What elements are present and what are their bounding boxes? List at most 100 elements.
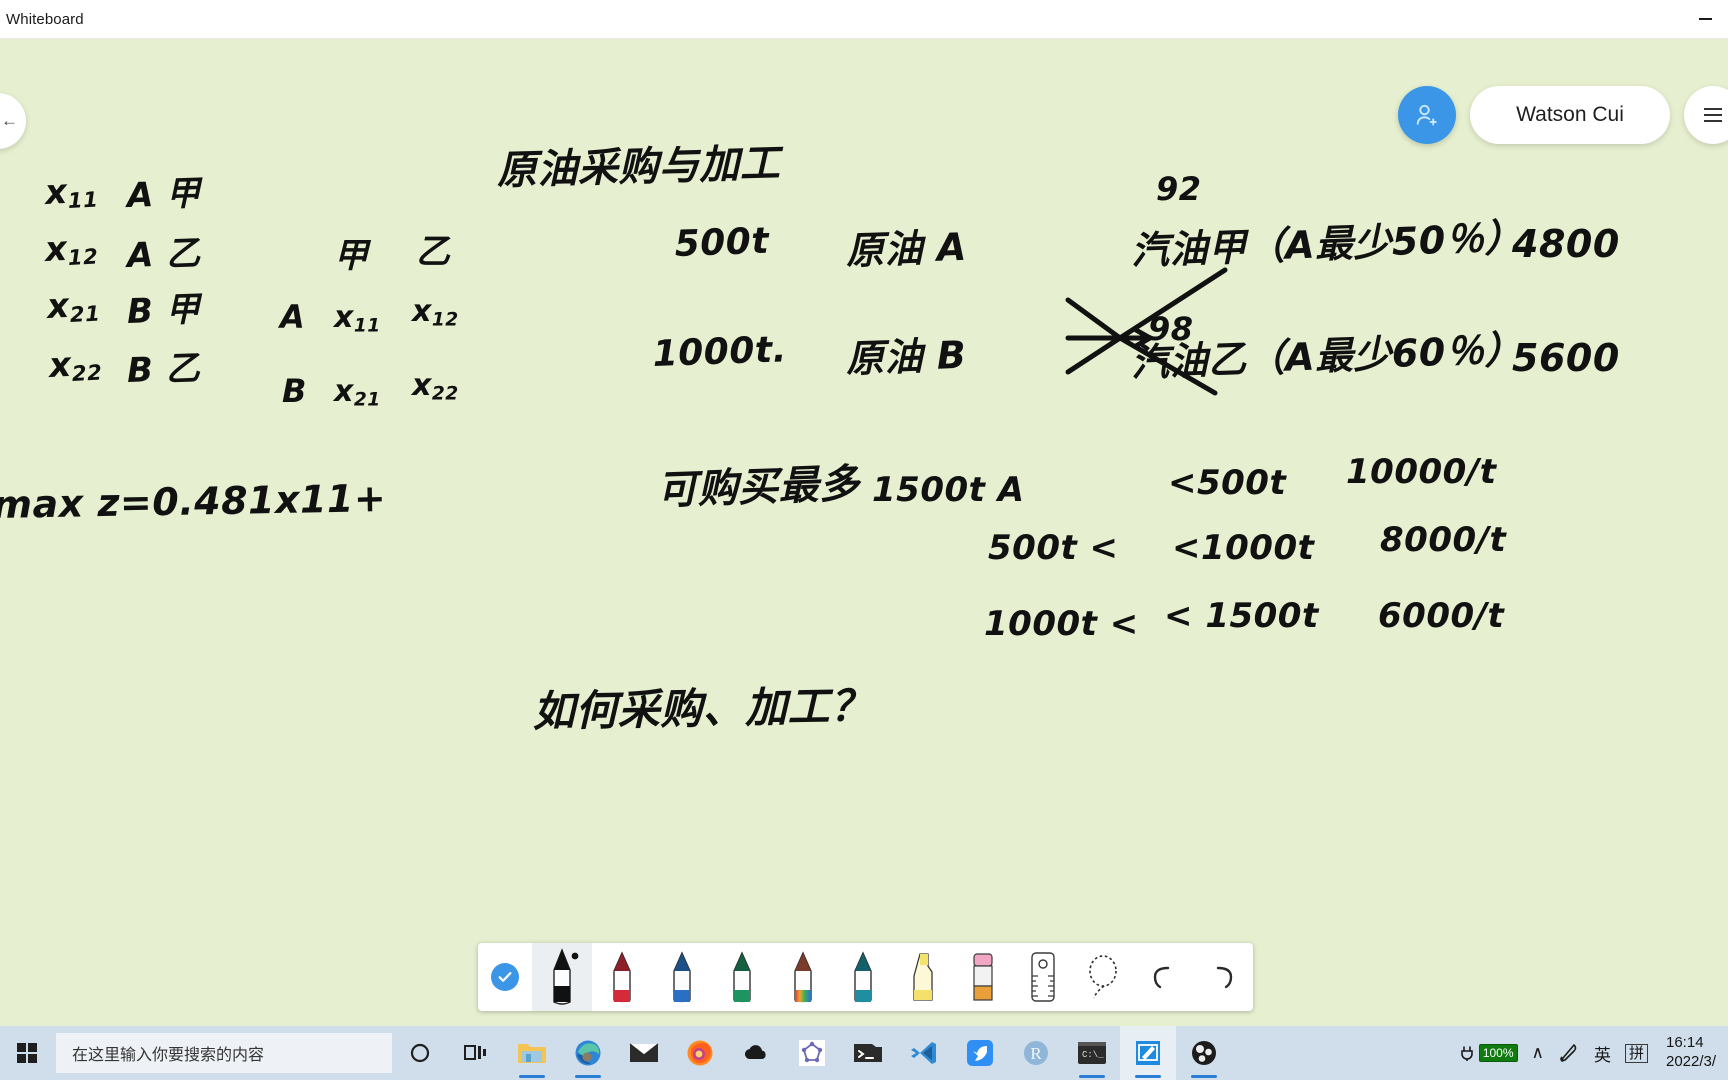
tool-eraser[interactable] <box>953 943 1013 1011</box>
tool-pen-rainbow[interactable] <box>773 943 833 1011</box>
taskbar-app-whiteboard[interactable] <box>1120 1026 1176 1080</box>
whiteboard-icon <box>1135 1040 1161 1066</box>
ink-product-0-number: 92 <box>1156 170 1202 208</box>
tool-redo[interactable] <box>1193 943 1253 1011</box>
vs-code-icon <box>910 1040 938 1066</box>
ink-matrix-col-0: 甲 <box>334 228 369 277</box>
battery-percentage: 100% <box>1479 1044 1518 1062</box>
pen-teal-icon <box>848 950 878 1004</box>
windows-terminal-icon <box>854 1042 882 1064</box>
window-titlebar: Whiteboard <box>0 0 1728 39</box>
taskbar-search-input[interactable]: 在这里输入你要搜索的内容 <box>56 1033 392 1073</box>
ink-question: 如何采购、加工？ <box>532 672 873 739</box>
battery-status[interactable]: 100% <box>1459 1044 1518 1062</box>
ruler-icon <box>1026 950 1060 1004</box>
tool-pen-green[interactable] <box>712 943 772 1011</box>
task-view-button[interactable] <box>448 1026 504 1080</box>
board-menu-button[interactable] <box>1684 86 1728 144</box>
taskbar-app-onedrive[interactable] <box>728 1026 784 1080</box>
lasso-select-icon <box>1084 952 1122 1002</box>
ink-price-row-2-upper: < 1500t <box>1164 596 1319 636</box>
r-icon: R <box>1023 1040 1049 1066</box>
pen-red-icon <box>607 950 637 1004</box>
ink-objective: max z=0.481x11+ <box>0 476 387 527</box>
tool-pen-black[interactable] <box>532 943 592 1011</box>
current-user-name: Watson Cui <box>1516 103 1624 127</box>
ink-price-row-0-upper: <500t <box>1168 463 1286 503</box>
ink-matrix-col-1: 乙 <box>416 224 451 273</box>
file-explorer-icon <box>517 1040 547 1066</box>
ime-mode-label: 拼 <box>1625 1044 1648 1063</box>
ink-var-1-symbol: x12 <box>44 227 99 271</box>
ink-var-3-symbol: x22 <box>48 343 103 387</box>
ime-mode-indicator[interactable]: 拼 <box>1625 1044 1648 1063</box>
firefox-icon <box>686 1039 714 1067</box>
ink-product-0-name: 汽油甲（A最少50％） <box>1130 206 1523 275</box>
geogebra-icon <box>799 1040 825 1066</box>
ink-purchase-note: 可购买最多 <box>656 451 860 516</box>
ink-matrix-row-0-cell-0: x11 <box>334 300 381 337</box>
tool-pen-teal[interactable] <box>833 943 893 1011</box>
taskbar-clock[interactable]: 16:14 2022/3/ <box>1666 1034 1728 1072</box>
show-hidden-icons-button[interactable]: ∧ <box>1532 1043 1544 1063</box>
pen-toolbar <box>478 943 1253 1011</box>
ink-price-row-1-upper: <1000t <box>1172 528 1314 568</box>
task-view-icon <box>464 1043 488 1063</box>
ink-matrix-row-1-cell-1: x22 <box>412 368 459 405</box>
tool-lasso-select[interactable] <box>1073 943 1133 1011</box>
tool-ruler[interactable] <box>1013 943 1073 1011</box>
taskbar-app-blue-bird-app[interactable] <box>952 1026 1008 1080</box>
ink-var-1-meaning: A 乙 <box>126 225 201 277</box>
window-title: Whiteboard <box>6 11 84 28</box>
tool-pen-blue[interactable] <box>652 943 712 1011</box>
whiteboard-app-window: Whiteboard ← Watson Cui <box>0 0 1728 1080</box>
ink-supply-0-amount: 500t <box>674 221 770 265</box>
taskbar-app-microsoft-edge[interactable] <box>560 1026 616 1080</box>
invite-people-button[interactable] <box>1398 86 1456 144</box>
add-person-icon <box>1412 100 1442 130</box>
taskbar-app-r-console[interactable]: R <box>1008 1026 1064 1080</box>
pen-blue-icon <box>667 950 697 1004</box>
taskbar-app-firefox[interactable] <box>672 1026 728 1080</box>
power-plug-icon <box>1459 1044 1477 1062</box>
taskbar-app-geogebra[interactable] <box>784 1026 840 1080</box>
ink-matrix-row-1-cell-0: x21 <box>334 374 381 411</box>
back-button[interactable]: ← <box>0 93 26 149</box>
ink-matrix-row-1-label: B <box>282 372 307 410</box>
ink-title: 原油采购与加工 <box>496 131 781 196</box>
ime-language-indicator[interactable]: 英 <box>1594 1041 1611 1066</box>
tool-undo[interactable] <box>1133 943 1193 1011</box>
tool-pen-red[interactable] <box>592 943 652 1011</box>
taskbar-app-windows-terminal[interactable] <box>840 1026 896 1080</box>
ink-var-0-symbol: x11 <box>44 170 99 214</box>
back-arrow-icon: ← <box>1 111 18 131</box>
pen-rainbow-icon <box>788 950 818 1004</box>
check-icon <box>491 963 519 991</box>
ink-matrix-row-0-cell-1: x12 <box>412 294 459 331</box>
tool-highlighter-yellow[interactable] <box>893 943 953 1011</box>
taskbar-app-vs-code[interactable] <box>896 1026 952 1080</box>
taskbar-app-file-explorer[interactable] <box>504 1026 560 1080</box>
taskbar-app-obs-studio[interactable] <box>1176 1026 1232 1080</box>
taskbar-app-command-prompt[interactable]: C:\_ <box>1064 1026 1120 1080</box>
taskbar-app-mail[interactable] <box>616 1026 672 1080</box>
highlighter-icon <box>906 950 940 1004</box>
pen-workspace-button[interactable] <box>1558 1042 1580 1064</box>
current-user-button[interactable]: Watson Cui <box>1470 86 1670 144</box>
microsoft-edge-icon <box>574 1039 602 1067</box>
ink-supply-1-amount: 1000t. <box>652 329 787 375</box>
redo-icon <box>1206 960 1240 994</box>
chevron-up-icon: ∧ <box>1532 1043 1544 1063</box>
start-button[interactable] <box>0 1026 54 1080</box>
clock-time: 16:14 <box>1666 1034 1704 1053</box>
ink-price-row-2-lower: 1000t < <box>984 604 1139 644</box>
tool-confirm-check[interactable] <box>478 943 532 1011</box>
whiteboard-canvas[interactable]: ← Watson Cui <box>0 38 1728 1026</box>
command-prompt-icon: C:\_ <box>1078 1042 1106 1064</box>
ink-var-2-symbol: x21 <box>46 284 101 328</box>
cortana-button[interactable] <box>392 1026 448 1080</box>
minimize-button[interactable] <box>1682 0 1728 38</box>
ink-purchase-amount: 1500t A <box>872 470 1025 510</box>
ink-price-row-1-price: 8000/t <box>1380 520 1506 560</box>
ink-price-row-2-price: 6000/t <box>1378 596 1504 636</box>
